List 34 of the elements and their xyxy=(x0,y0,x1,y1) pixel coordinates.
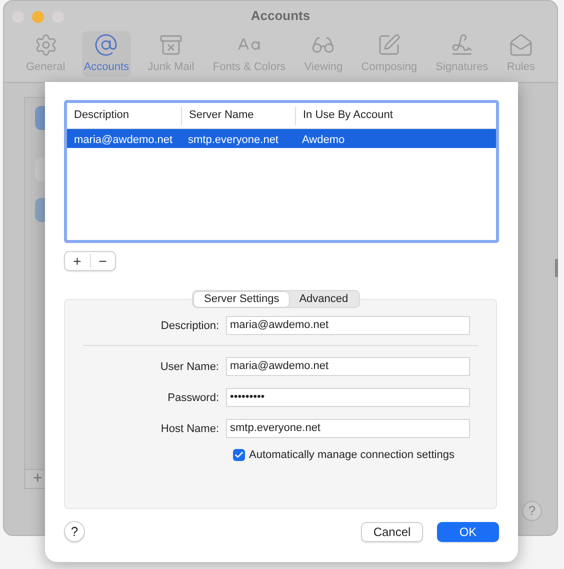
at-sign-icon xyxy=(94,33,118,57)
envelope-icon xyxy=(508,33,533,57)
field-label: Description: xyxy=(160,320,219,332)
text-field[interactable]: maria@awdemo.net xyxy=(226,356,470,376)
field-label: Host Name: xyxy=(160,423,219,436)
window-title: Accounts xyxy=(250,7,310,26)
text-field[interactable]: ••••••••• xyxy=(226,388,470,407)
checkbox-label: Automatically manage connection settings xyxy=(249,448,454,464)
field-label: User Name: xyxy=(160,361,219,374)
segment-tab[interactable]: Advanced xyxy=(289,292,358,307)
text-field[interactable]: smtp.everyone.net xyxy=(226,418,470,438)
column-header[interactable]: Server Name xyxy=(189,107,254,124)
minimize-window-control[interactable] xyxy=(32,11,44,23)
checkbox[interactable] xyxy=(233,449,245,462)
table-cell: Awdemo xyxy=(302,134,345,146)
table-cell: smtp.everyone.net xyxy=(188,134,278,146)
cancel-button[interactable]: Cancel xyxy=(361,522,423,542)
text-field[interactable]: maria@awdemo.net xyxy=(226,316,470,335)
ok-button[interactable]: OK xyxy=(437,522,499,542)
scroll-indicator xyxy=(555,259,558,277)
pen-square-icon xyxy=(377,33,402,57)
help-button[interactable]: ? xyxy=(64,521,85,542)
column-header[interactable]: Description xyxy=(74,107,130,124)
signature-icon xyxy=(450,33,474,57)
table-cell: maria@awdemo.net xyxy=(74,134,173,146)
table-row[interactable]: maria@awdemo.net smtp.everyone.net Awdemo xyxy=(67,129,496,148)
settings-icon xyxy=(34,33,58,57)
field-label: Password: xyxy=(168,392,219,404)
check-icon xyxy=(234,450,244,460)
remove-button[interactable]: − xyxy=(90,254,115,268)
archive-x-icon xyxy=(158,33,183,57)
segment-tab[interactable]: Server Settings xyxy=(194,292,290,307)
add-button[interactable]: + xyxy=(65,254,90,268)
column-header[interactable]: In Use By Account xyxy=(303,107,393,124)
